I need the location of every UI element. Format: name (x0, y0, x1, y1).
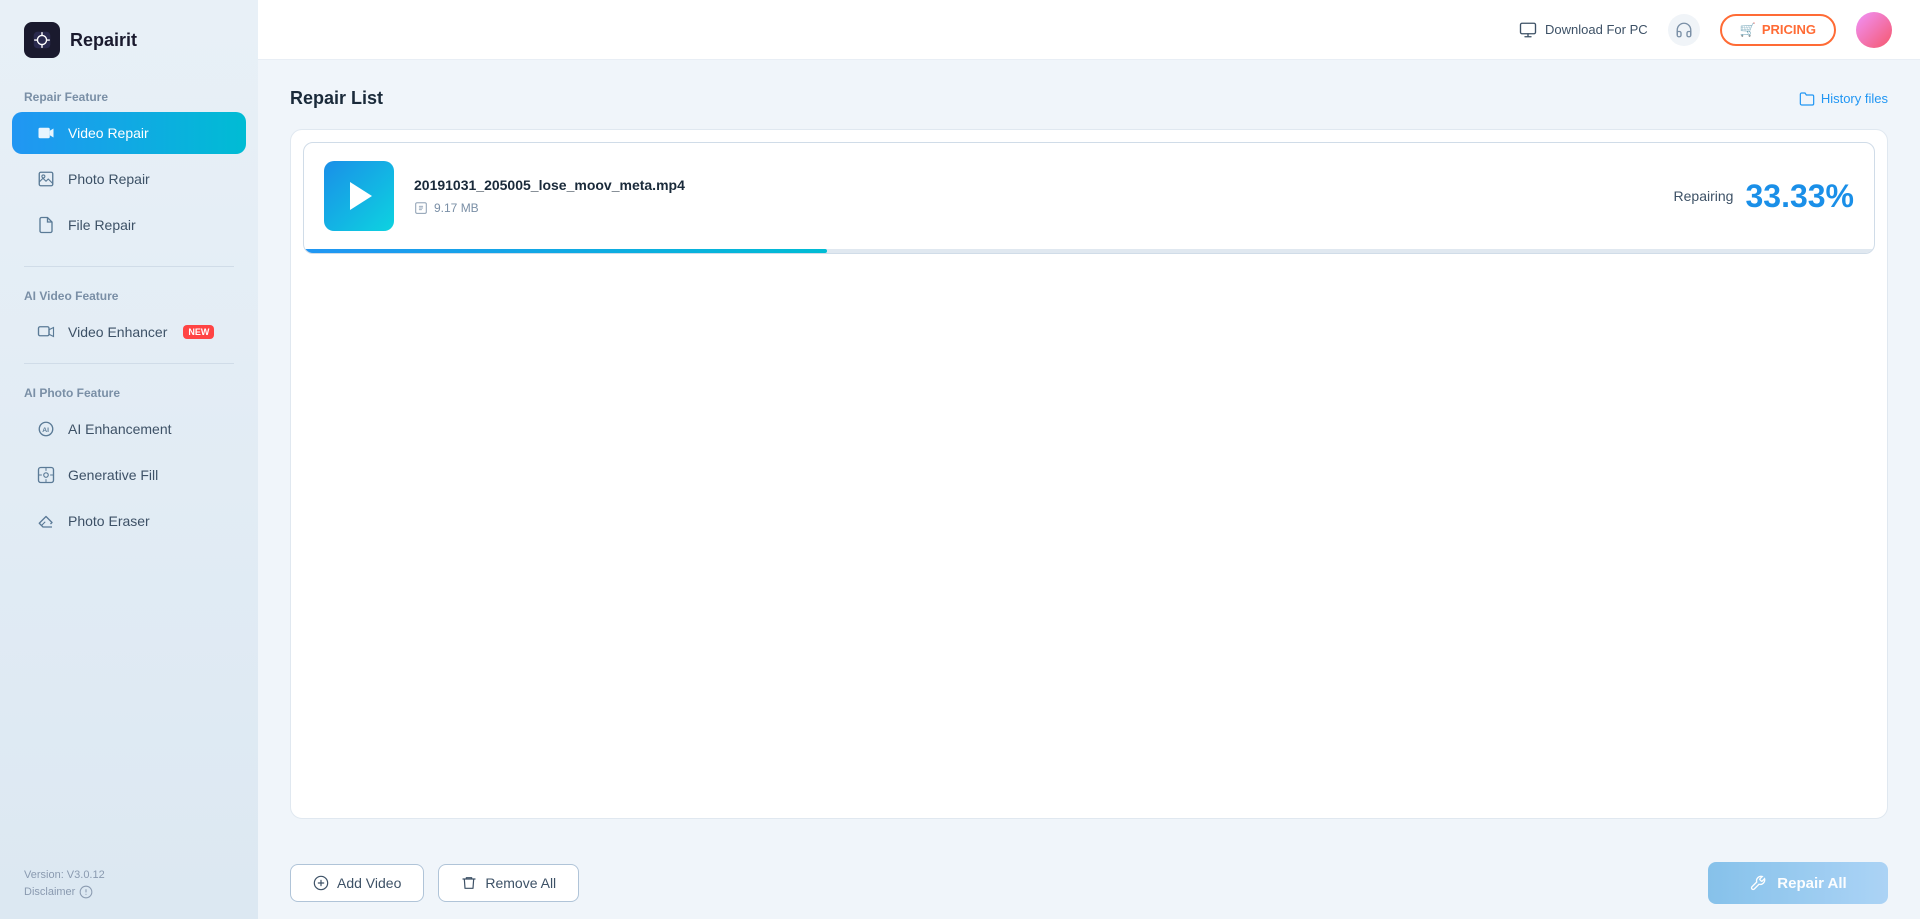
info-icon (79, 885, 93, 899)
logo-icon (24, 22, 60, 58)
sidebar-item-photo-eraser[interactable]: Photo Eraser (12, 500, 246, 542)
cart-icon: 🛒 (1740, 22, 1756, 38)
generative-fill-icon (36, 465, 56, 485)
file-name: 20191031_205005_lose_moov_meta.mp4 (414, 177, 1654, 193)
version-text: Version: V3.0.12 (24, 869, 105, 881)
remove-icon (461, 875, 477, 891)
repair-list-title: Repair List (290, 88, 383, 109)
download-for-pc[interactable]: Download For PC (1519, 21, 1648, 39)
repair-feature-title: Repair Feature (0, 76, 258, 110)
file-card: 20191031_205005_lose_moov_meta.mp4 9.17 … (303, 142, 1875, 254)
file-list-area: 20191031_205005_lose_moov_meta.mp4 9.17 … (290, 129, 1888, 819)
sidebar-item-video-enhancer[interactable]: Video Enhancer NEW (12, 311, 246, 353)
add-icon (313, 875, 329, 891)
repairing-label: Repairing (1674, 188, 1734, 204)
ai-video-feature-title: AI Video Feature (0, 275, 258, 309)
repair-all-label: Repair All (1777, 875, 1846, 892)
sidebar: Repairit Repair Feature Video Repair Pho… (0, 0, 258, 919)
video-enhancer-icon (36, 322, 56, 342)
progress-percent: 33.33% (1745, 178, 1854, 215)
generative-fill-label: Generative Fill (68, 467, 158, 483)
photo-eraser-label: Photo Eraser (68, 513, 150, 529)
sidebar-item-photo-repair[interactable]: Photo Repair (12, 158, 246, 200)
file-card-inner: 20191031_205005_lose_moov_meta.mp4 9.17 … (304, 143, 1874, 249)
video-repair-icon (36, 123, 56, 143)
history-files-button[interactable]: History files (1799, 91, 1888, 107)
sidebar-footer: Version: V3.0.12 Disclaimer (24, 869, 105, 899)
sidebar-item-video-repair[interactable]: Video Repair (12, 112, 246, 154)
remove-all-label: Remove All (485, 875, 556, 891)
photo-eraser-icon (36, 511, 56, 531)
new-badge: NEW (183, 325, 214, 339)
user-avatar[interactable] (1856, 12, 1892, 48)
file-status: Repairing 33.33% (1674, 178, 1854, 215)
progress-bar-fill (304, 249, 827, 253)
file-size-icon (414, 201, 428, 215)
file-info: 20191031_205005_lose_moov_meta.mp4 9.17 … (414, 177, 1654, 215)
header: Download For PC 🛒 PRICING (258, 0, 1920, 60)
add-video-label: Add Video (337, 875, 401, 891)
folder-icon (1799, 91, 1815, 107)
ai-enhancement-icon: AI (36, 419, 56, 439)
bottom-toolbar: Add Video Remove All Repair All (258, 847, 1920, 919)
content-header: Repair List History files (290, 88, 1888, 109)
photo-repair-icon (36, 169, 56, 189)
file-repair-icon (36, 215, 56, 235)
app-name: Repairit (70, 30, 137, 51)
main-content: Download For PC 🛒 PRICING Repair List Hi… (258, 0, 1920, 919)
photo-repair-label: Photo Repair (68, 171, 150, 187)
headphones-icon (1675, 21, 1693, 39)
file-thumbnail (324, 161, 394, 231)
pricing-label: PRICING (1762, 22, 1816, 37)
pricing-button[interactable]: 🛒 PRICING (1720, 14, 1836, 46)
download-label: Download For PC (1545, 22, 1648, 37)
repair-all-button[interactable]: Repair All (1708, 862, 1888, 904)
add-video-button[interactable]: Add Video (290, 864, 424, 902)
monitor-icon (1519, 21, 1537, 39)
app-logo: Repairit (0, 0, 258, 76)
ai-photo-feature-title: AI Photo Feature (0, 372, 258, 406)
sidebar-item-file-repair[interactable]: File Repair (12, 204, 246, 246)
video-repair-label: Video Repair (68, 125, 149, 141)
remove-all-button[interactable]: Remove All (438, 864, 579, 902)
file-repair-label: File Repair (68, 217, 136, 233)
ai-enhancement-label: AI Enhancement (68, 421, 172, 437)
sidebar-item-generative-fill[interactable]: Generative Fill (12, 454, 246, 496)
sidebar-item-ai-enhancement[interactable]: AI AI Enhancement (12, 408, 246, 450)
disclaimer-link[interactable]: Disclaimer (24, 885, 105, 899)
toolbar-left: Add Video Remove All (290, 864, 579, 902)
repair-icon (1749, 874, 1767, 892)
history-files-label: History files (1821, 91, 1888, 106)
file-size: 9.17 MB (434, 201, 479, 215)
svg-text:AI: AI (42, 427, 49, 434)
play-icon (350, 182, 372, 210)
progress-bar-container (304, 249, 1874, 253)
video-enhancer-label: Video Enhancer (68, 324, 167, 340)
help-button[interactable] (1668, 14, 1700, 46)
file-size-container: 9.17 MB (414, 201, 1654, 215)
content-area: Repair List History files 20191031_20500… (258, 60, 1920, 847)
